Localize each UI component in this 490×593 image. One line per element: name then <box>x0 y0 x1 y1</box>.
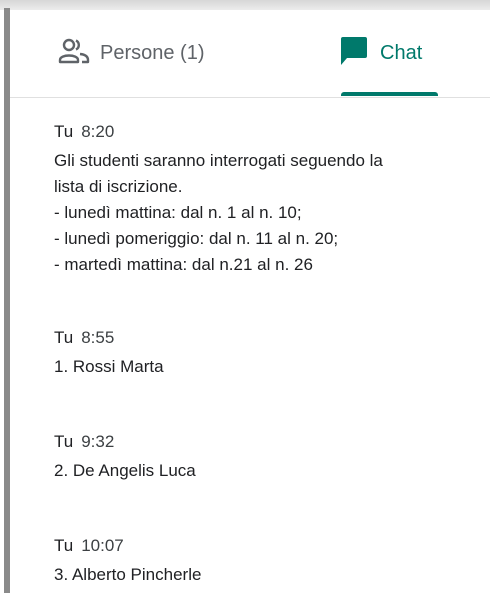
message-author: Tu <box>54 122 74 141</box>
message-line: - lunedì mattina: dal n. 1 al n. 10; <box>54 203 302 222</box>
tab-people[interactable]: Persone (1) <box>58 10 248 97</box>
message-author: Tu <box>54 328 74 347</box>
message-line: lista di iscrizione. <box>54 177 183 196</box>
message-header: Tu 8:55 <box>54 326 484 350</box>
message-line: 2. De Angelis Luca <box>54 461 196 480</box>
chat-icon <box>338 35 370 72</box>
chat-message: Tu 8:55 1. Rossi Marta <box>54 326 484 380</box>
message-line: 1. Rossi Marta <box>54 357 164 376</box>
message-body: Gli studenti saranno interrogati seguend… <box>54 148 484 278</box>
message-author: Tu <box>54 536 74 555</box>
message-body: 1. Rossi Marta <box>54 354 484 380</box>
chat-message: Tu 8:20 Gli studenti saranno interrogati … <box>54 120 484 278</box>
chat-message: Tu 9:32 2. De Angelis Luca <box>54 430 484 484</box>
tab-people-label: Persone (1) <box>100 42 205 64</box>
message-line: Gli studenti saranno interrogati seguend… <box>54 151 383 170</box>
tab-chat-label: Chat <box>380 42 423 64</box>
message-body: 2. De Angelis Luca <box>54 458 484 484</box>
message-body: 3. Alberto Pincherle <box>54 562 484 588</box>
message-header: Tu 8:20 <box>54 120 484 144</box>
message-line: - martedì mattina: dal n.21 al n. 26 <box>54 255 313 274</box>
message-header: Tu 9:32 <box>54 430 484 454</box>
message-time: 8:20 <box>81 122 115 141</box>
window-top-border <box>0 0 490 10</box>
chat-message: Tu 10:07 3. Alberto Pincherle <box>54 534 484 588</box>
message-time: 8:55 <box>81 328 115 347</box>
message-time: 10:07 <box>81 536 124 555</box>
active-tab-indicator <box>341 92 438 96</box>
side-panel: Persone (1) Chat Tu 8:20 Gli studenti sar… <box>10 10 490 593</box>
tab-chat[interactable]: Chat <box>338 10 448 97</box>
tab-bar: Persone (1) Chat <box>10 10 490 98</box>
message-time: 9:32 <box>81 432 115 451</box>
message-author: Tu <box>54 432 74 451</box>
people-icon <box>58 38 90 69</box>
message-line: 3. Alberto Pincherle <box>54 565 202 584</box>
message-line: - lunedì pomeriggio: dal n. 11 al n. 20; <box>54 229 339 248</box>
message-header: Tu 10:07 <box>54 534 484 558</box>
